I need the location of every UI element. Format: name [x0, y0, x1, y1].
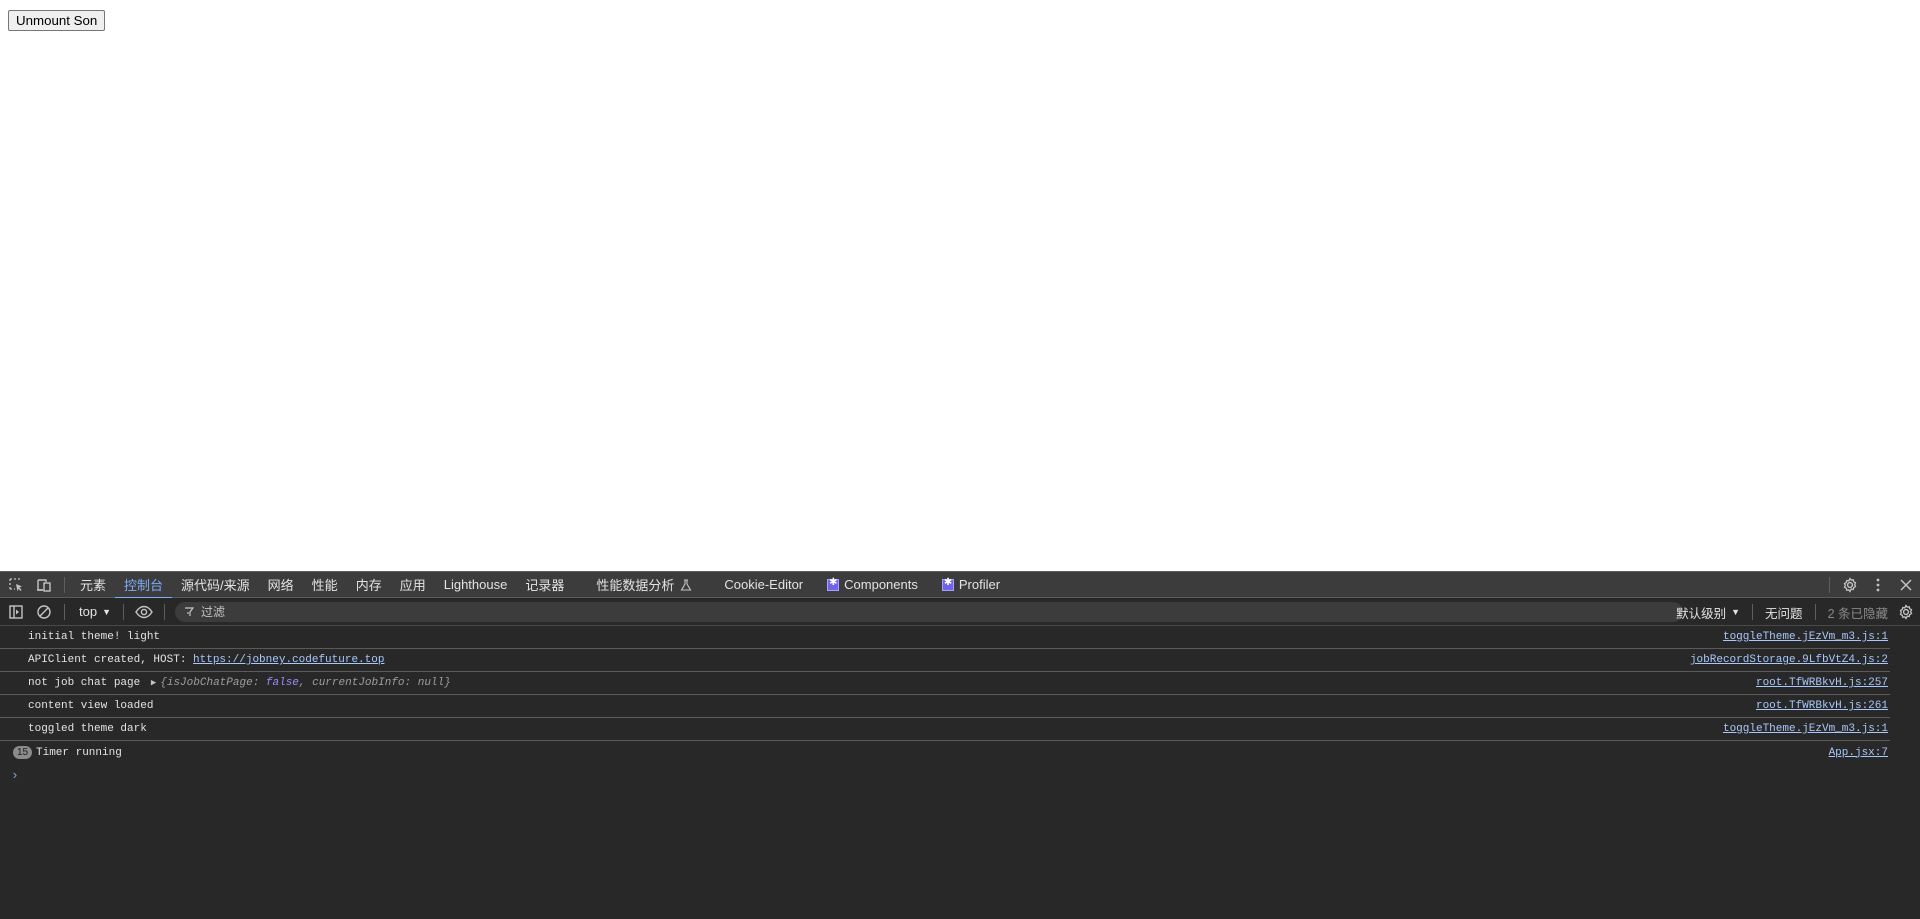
- tab-components[interactable]: Components: [818, 572, 927, 598]
- unmount-son-button[interactable]: Unmount Son: [8, 10, 106, 31]
- tab-network[interactable]: 网络: [259, 572, 303, 598]
- tab-application[interactable]: 应用: [391, 572, 435, 598]
- device-toolbar-icon[interactable]: [30, 572, 58, 598]
- message-text: initial theme! light: [28, 631, 161, 643]
- console-message: content view loaded root.TfWRBkvH.js:261: [0, 695, 1890, 718]
- divider: [123, 603, 124, 620]
- tab-label: 记录器: [525, 578, 565, 593]
- console-message: 15 Timer running App.jsx:7: [0, 741, 1890, 764]
- object-value: false: [265, 677, 299, 689]
- issues-button[interactable]: 无问题: [1759, 603, 1809, 622]
- log-levels-value: 默认级别: [1676, 606, 1727, 621]
- source-link[interactable]: root.TfWRBkvH.js:257: [1756, 677, 1890, 689]
- source-link[interactable]: toggleTheme.jEzVm_m3.js:1: [1723, 723, 1890, 735]
- log-levels-dropdown[interactable]: 默认级别 ▼: [1670, 603, 1746, 622]
- tab-label: 控制台: [124, 578, 164, 593]
- source-link[interactable]: App.jsx:7: [1829, 747, 1890, 759]
- source-link[interactable]: jobRecordStorage.9LfbVtZ4.js:2: [1690, 654, 1890, 666]
- divider: [64, 576, 65, 593]
- console-message: not job chat page ▶ {isJobChatPage: false…: [0, 672, 1890, 695]
- tab-memory[interactable]: 内存: [347, 572, 391, 598]
- object-value: null: [417, 677, 445, 689]
- console-toolbar-right: 默认级别 ▼ 无问题 2 条已隐藏: [1670, 598, 1920, 626]
- context-selector[interactable]: top ▼: [71, 604, 117, 619]
- message-text: Timer running: [36, 746, 122, 759]
- react-icon: [941, 577, 954, 591]
- object-key: currentJobInfo: [312, 677, 405, 689]
- react-icon: [827, 577, 840, 591]
- brace: {: [160, 677, 167, 689]
- prompt-chevron-icon: ›: [11, 767, 19, 783]
- filter-placeholder: 过滤: [201, 605, 226, 619]
- message-prefix: APIClient created, HOST:: [28, 654, 194, 666]
- filter-funnel-icon: [184, 606, 194, 617]
- tab-console[interactable]: 控制台: [115, 572, 173, 599]
- tab-label: 网络: [267, 578, 294, 593]
- close-icon[interactable]: [1892, 572, 1920, 598]
- tab-label: 应用: [399, 578, 426, 593]
- divider: [164, 603, 165, 620]
- dropdown-arrow-icon: ▼: [102, 606, 111, 617]
- source-link[interactable]: root.TfWRBkvH.js:261: [1756, 700, 1890, 712]
- console-prompt[interactable]: ›: [0, 764, 1920, 786]
- tab-label: 内存: [355, 578, 382, 593]
- filter-input[interactable]: 过滤: [175, 601, 1683, 622]
- console-message: toggled theme dark toggleTheme.jEzVm_m3.…: [0, 718, 1890, 741]
- divider: [64, 603, 65, 620]
- inspect-element-icon[interactable]: [2, 572, 30, 598]
- message-text: content view loaded: [28, 700, 154, 712]
- tab-lighthouse[interactable]: Lighthouse: [435, 572, 517, 598]
- console-toolbar: top ▼ 过滤 默认级别 ▼ 无问题 2 条已隐藏: [0, 598, 1920, 626]
- host-link[interactable]: https://jobney.codefuture.top: [193, 654, 384, 666]
- show-sidebar-icon[interactable]: [2, 599, 30, 625]
- repeat-count-badge: 15: [13, 746, 32, 759]
- console-messages: initial theme! light toggleTheme.jEzVm_m…: [0, 626, 1920, 786]
- divider: [1752, 604, 1754, 620]
- tab-label: 元素: [80, 578, 107, 593]
- tab-label: 源代码/来源: [181, 578, 250, 593]
- expand-triangle-icon[interactable]: ▶: [151, 678, 156, 688]
- live-expression-eye-icon[interactable]: [130, 599, 158, 625]
- console-message: APIClient created, HOST: https://jobney.…: [0, 649, 1890, 672]
- more-options-icon[interactable]: [1864, 572, 1892, 598]
- clear-console-icon[interactable]: [30, 599, 58, 625]
- message-text: not job chat page ▶ {isJobChatPage: false…: [0, 677, 1756, 689]
- tab-elements[interactable]: 元素: [71, 572, 115, 598]
- tab-label: Profiler: [958, 577, 1001, 592]
- brace: }: [444, 677, 451, 689]
- experiment-flask-icon: [680, 578, 692, 591]
- divider: [1829, 577, 1830, 593]
- tab-label: Cookie-Editor: [724, 577, 804, 592]
- page-content: Unmount Son: [0, 0, 1920, 571]
- object-preview[interactable]: {isJobChatPage: false, currentJobInfo: n…: [160, 677, 451, 689]
- context-value: top: [79, 604, 98, 619]
- message-prefix: not job chat page: [28, 677, 147, 689]
- tab-label: 性能数据分析: [596, 578, 675, 593]
- tab-label: Components: [844, 577, 918, 592]
- tab-performance[interactable]: 性能: [303, 572, 347, 598]
- divider: [1814, 604, 1816, 620]
- tab-cookie-editor[interactable]: Cookie-Editor: [715, 572, 812, 598]
- tab-label: Lighthouse: [443, 577, 508, 592]
- settings-gear-icon[interactable]: [1836, 572, 1864, 598]
- message-text: toggled theme dark: [28, 723, 147, 735]
- tab-recorder[interactable]: 记录器: [516, 572, 573, 598]
- tab-performance-insights[interactable]: 性能数据分析: [587, 572, 701, 598]
- source-link[interactable]: toggleTheme.jEzVm_m3.js:1: [1723, 631, 1890, 643]
- devtools-tabbar: 元素 控制台 源代码/来源 网络 性能 内存 应用 Lighthouse 记录器…: [0, 571, 1920, 599]
- console-settings-gear-icon[interactable]: [1892, 599, 1920, 625]
- console-message: initial theme! light toggleTheme.jEzVm_m…: [0, 626, 1890, 649]
- message-text: APIClient created, HOST: https://jobney.…: [0, 654, 1690, 666]
- hidden-messages-count: 2 条已隐藏: [1827, 606, 1888, 621]
- devtools-window-controls: [1823, 572, 1920, 598]
- devtools-panel: 元素 控制台 源代码/来源 网络 性能 内存 应用 Lighthouse 记录器…: [0, 571, 1920, 919]
- dropdown-arrow-icon: ▼: [1731, 607, 1741, 617]
- tab-profiler[interactable]: Profiler: [933, 572, 1009, 598]
- object-key: isJobChatPage: [166, 677, 253, 689]
- tab-sources[interactable]: 源代码/来源: [172, 572, 259, 598]
- tab-label: 性能: [311, 578, 338, 593]
